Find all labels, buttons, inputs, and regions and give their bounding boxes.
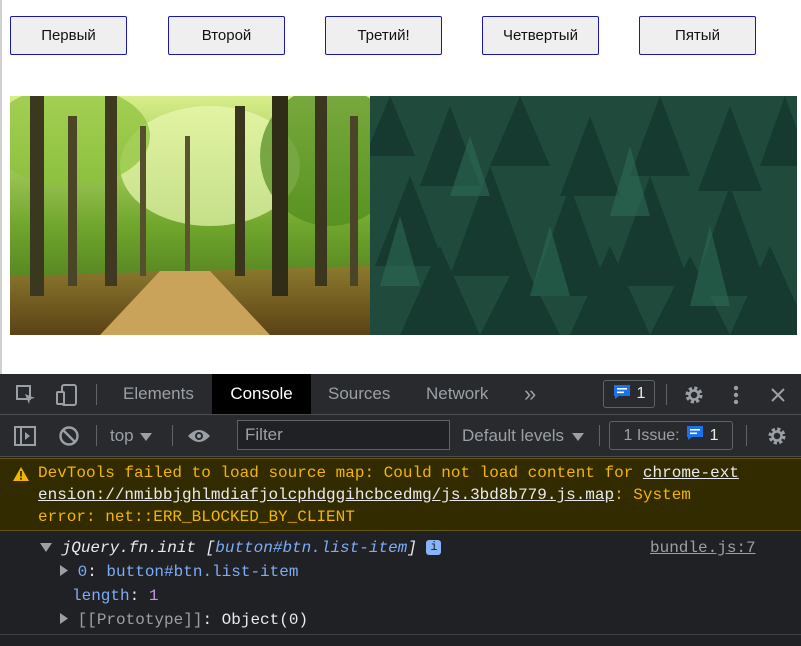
issues-label: 1 Issue: xyxy=(623,426,680,444)
log-entry-header[interactable]: jQuery.fn.init [button#btn.list-item] i xyxy=(40,537,442,559)
log-element-ref[interactable]: button#btn.list-item xyxy=(215,539,407,557)
button-fifth[interactable]: Пятый xyxy=(639,16,756,55)
divider xyxy=(746,425,747,446)
devtools-panel: Elements Console Sources Network » 1 top xyxy=(0,374,801,646)
log-item-key: 0 xyxy=(77,563,88,581)
log-levels-dropdown[interactable]: Default levels xyxy=(462,415,585,456)
collapsed-arrow-icon[interactable] xyxy=(60,563,68,581)
button-fourth[interactable]: Четвертый xyxy=(482,16,599,55)
source-map-link-part1[interactable]: chrome-ext xyxy=(643,464,739,482)
length-key: length xyxy=(72,587,130,605)
more-tabs-button[interactable]: » xyxy=(524,374,536,414)
more-options-icon[interactable] xyxy=(726,383,746,407)
log-object-type: jQuery.fn.init [ xyxy=(61,539,216,557)
settings-gear-icon[interactable] xyxy=(682,383,706,407)
warning-text: DevTools failed to load source map: Coul… xyxy=(38,462,778,528)
expand-arrow-icon[interactable] xyxy=(40,539,52,557)
messages-counter-button[interactable]: 1 xyxy=(603,380,655,408)
console-settings-gear-icon[interactable] xyxy=(765,424,789,448)
log-object-close: ] xyxy=(407,539,417,557)
prototype-key: [[Prototype]] xyxy=(77,611,203,629)
divider xyxy=(96,384,97,405)
log-prototype-row[interactable]: [[Prototype]]: Object(0) xyxy=(60,609,308,631)
console-warning-message: DevTools failed to load source map: Coul… xyxy=(0,458,801,531)
messages-count: 1 xyxy=(636,385,646,402)
collapsed-arrow-icon[interactable] xyxy=(60,611,68,629)
warning-prefix: DevTools failed to load source map: Coul… xyxy=(38,464,643,482)
divider xyxy=(0,634,801,635)
pine-forest-image xyxy=(370,96,797,335)
tab-elements[interactable]: Elements xyxy=(123,374,194,414)
dropdown-arrow-icon xyxy=(572,426,585,446)
close-icon[interactable] xyxy=(767,383,789,407)
log-source-link[interactable]: bundle.js:7 xyxy=(650,537,756,559)
filter-input[interactable]: Filter xyxy=(237,420,450,450)
button-third[interactable]: Третий! xyxy=(325,16,442,55)
context-selector[interactable]: top xyxy=(110,415,152,456)
length-value: 1 xyxy=(148,587,159,605)
divider xyxy=(599,425,600,446)
warning-suffix: : System xyxy=(614,486,691,504)
info-icon[interactable]: i xyxy=(426,540,442,556)
divider xyxy=(172,425,173,446)
log-length-row: length: 1 xyxy=(72,587,159,605)
issues-count: 1 xyxy=(709,426,719,444)
device-toolbar-icon[interactable] xyxy=(54,383,80,407)
button-second[interactable]: Второй xyxy=(168,16,285,55)
source-map-link-part2[interactable]: ension://nmibbjghlmdiafjolcphdggihcbcedm… xyxy=(38,486,614,504)
tab-sources[interactable]: Sources xyxy=(328,374,390,414)
tab-console[interactable]: Console xyxy=(212,374,311,414)
devtools-tabbar: Elements Console Sources Network » 1 xyxy=(0,374,801,415)
sidebar-toggle-icon[interactable] xyxy=(13,424,37,448)
log-item-0[interactable]: 0: button#btn.list-item xyxy=(60,561,298,583)
divider xyxy=(96,425,97,446)
warning-icon xyxy=(12,465,30,483)
tab-network[interactable]: Network xyxy=(426,374,488,414)
log-item-value[interactable]: button#btn.list-item xyxy=(106,563,298,581)
clear-console-icon[interactable] xyxy=(57,424,81,448)
forest-path-image xyxy=(10,96,370,335)
message-icon xyxy=(613,384,631,405)
live-expression-eye-icon[interactable] xyxy=(186,424,212,448)
warning-error-line: error: net::ERR_BLOCKED_BY_CLIENT xyxy=(38,508,355,526)
context-value: top xyxy=(110,425,134,445)
log-levels-label: Default levels xyxy=(462,425,565,445)
button-first[interactable]: Первый xyxy=(10,16,127,55)
console-toolbar: top Filter Default levels 1 Issue: 1 xyxy=(0,415,801,457)
prototype-value: Object(0) xyxy=(221,611,309,629)
issue-message-icon xyxy=(686,425,704,446)
inspect-element-icon[interactable] xyxy=(14,383,38,407)
dropdown-arrow-icon xyxy=(139,426,152,446)
web-page: Первый Второй Третий! Четвертый Пятый xyxy=(0,0,801,374)
issues-button[interactable]: 1 Issue: 1 xyxy=(609,421,733,450)
divider xyxy=(666,384,667,405)
